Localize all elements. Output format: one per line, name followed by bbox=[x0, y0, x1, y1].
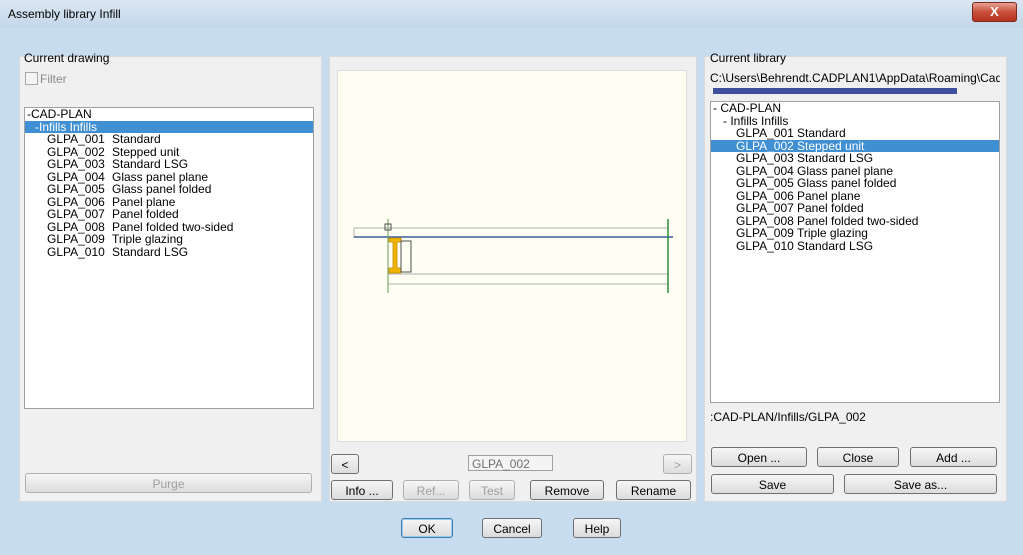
item-code: GLPA_009 bbox=[736, 226, 794, 240]
window-title: Assembly library Infill bbox=[8, 7, 121, 21]
filter-checkbox[interactable] bbox=[25, 72, 38, 85]
item-code: GLPA_001 bbox=[47, 132, 105, 146]
item-name: Standard LSG bbox=[797, 151, 874, 165]
item-code: GLPA_010 bbox=[736, 238, 794, 253]
current-library-heading: Current library bbox=[710, 51, 787, 65]
help-button[interactable]: Help bbox=[573, 518, 621, 538]
window-close-button[interactable]: X bbox=[972, 2, 1017, 22]
item-name: Standard bbox=[797, 126, 846, 140]
ref-button[interactable]: Ref... bbox=[403, 480, 459, 500]
item-name: Standard LSG bbox=[112, 157, 189, 171]
tree-item-glpa_001[interactable]: GLPA_001 Standard bbox=[25, 133, 313, 146]
assembly-preview bbox=[337, 70, 687, 442]
cancel-button[interactable]: Cancel bbox=[482, 518, 542, 538]
tree-item-glpa_007[interactable]: GLPA_007 Panel folded bbox=[25, 208, 313, 221]
item-name: Standard LSG bbox=[797, 238, 874, 253]
tree-item-glpa_003[interactable]: GLPA_003 Standard LSG bbox=[25, 158, 313, 171]
item-code: GLPA_009 bbox=[47, 232, 105, 246]
current-drawing-heading: Current drawing bbox=[24, 51, 110, 65]
add-button[interactable]: Add ... bbox=[910, 447, 997, 467]
tree-item-glpa_003[interactable]: GLPA_003 Standard LSG bbox=[711, 152, 999, 165]
tree-item-glpa_010[interactable]: GLPA_010 Standard LSG bbox=[25, 244, 313, 259]
item-code: GLPA_003 bbox=[736, 151, 794, 165]
item-code: GLPA_005 bbox=[47, 182, 105, 196]
test-button[interactable]: Test bbox=[469, 480, 515, 500]
tree-root[interactable]: -CAD-PLAN bbox=[25, 108, 313, 121]
current-assembly-name: GLPA_002 bbox=[468, 455, 553, 471]
library-progress-bar bbox=[713, 88, 957, 94]
item-code: GLPA_001 bbox=[736, 126, 794, 140]
item-code: GLPA_007 bbox=[47, 207, 105, 221]
next-button[interactable]: > bbox=[663, 454, 692, 474]
tree-item-glpa_009[interactable]: GLPA_009 Triple glazing bbox=[711, 227, 999, 240]
item-name: Standard LSG bbox=[112, 244, 189, 259]
item-name: Glass panel folded bbox=[112, 182, 212, 196]
current-drawing-items: GLPA_001 Standard GLPA_002 Stepped unit GLPA… bbox=[25, 133, 313, 258]
item-name: Panel folded bbox=[112, 207, 179, 221]
purge-button[interactable]: Purge bbox=[25, 473, 312, 493]
item-name: Standard bbox=[112, 132, 161, 146]
rename-button[interactable]: Rename bbox=[616, 480, 691, 500]
item-code: GLPA_003 bbox=[47, 157, 105, 171]
current-library-tree[interactable]: - CAD-PLAN - Infills Infills GLPA_001 Sta… bbox=[710, 101, 1000, 403]
tree-root[interactable]: - CAD-PLAN bbox=[711, 102, 999, 115]
tree-item-glpa_010[interactable]: GLPA_010 Standard LSG bbox=[711, 238, 999, 253]
remove-button[interactable]: Remove bbox=[530, 480, 604, 500]
library-path: C:\Users\Behrendt.CADPLAN1\AppData\Roami… bbox=[710, 71, 1000, 85]
current-library-items: GLPA_001 Standard GLPA_002 Stepped unit GLPA… bbox=[711, 127, 999, 252]
save-as-button[interactable]: Save as... bbox=[844, 474, 997, 494]
glass-profile-shape bbox=[388, 237, 402, 274]
profile-drawing bbox=[353, 219, 673, 293]
tree-item-glpa_009[interactable]: GLPA_009 Triple glazing bbox=[25, 233, 313, 246]
tree-item-glpa_001[interactable]: GLPA_001 Standard bbox=[711, 127, 999, 140]
profile-box bbox=[400, 240, 412, 273]
item-code: GLPA_010 bbox=[47, 244, 105, 259]
item-code: GLPA_007 bbox=[736, 201, 794, 215]
tree-item-glpa_005[interactable]: GLPA_005 Glass panel folded bbox=[711, 177, 999, 190]
filter-label: Filter bbox=[40, 72, 67, 86]
save-button[interactable]: Save bbox=[711, 474, 834, 494]
tree-item-glpa_005[interactable]: GLPA_005 Glass panel folded bbox=[25, 183, 313, 196]
info-button[interactable]: Info ... bbox=[331, 480, 393, 500]
current-drawing-tree[interactable]: -CAD-PLAN -Infills Infills GLPA_001 Stand… bbox=[24, 107, 314, 409]
item-name: Panel folded bbox=[797, 201, 864, 215]
item-name: Triple glazing bbox=[112, 232, 183, 246]
selected-library-path: :CAD-PLAN/Infills/GLPA_002 bbox=[710, 410, 866, 424]
title-bar[interactable]: Assembly library Infill X bbox=[0, 0, 1023, 28]
item-name: Triple glazing bbox=[797, 226, 868, 240]
item-name: Glass panel folded bbox=[797, 176, 897, 190]
tree-item-glpa_007[interactable]: GLPA_007 Panel folded bbox=[711, 202, 999, 215]
item-code: GLPA_005 bbox=[736, 176, 794, 190]
ok-button[interactable]: OK bbox=[401, 518, 453, 538]
open-button[interactable]: Open ... bbox=[711, 447, 807, 467]
close-library-button[interactable]: Close bbox=[817, 447, 899, 467]
previous-button[interactable]: < bbox=[331, 454, 359, 474]
